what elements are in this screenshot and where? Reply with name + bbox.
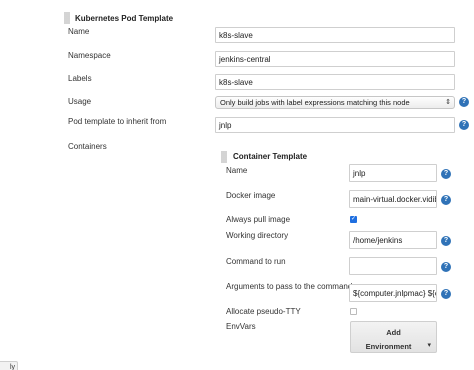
namespace-input[interactable]: jenkins-central xyxy=(215,51,455,67)
always-pull-label: Always pull image xyxy=(226,215,291,224)
command-label: Command to run xyxy=(226,257,286,266)
inherit-input[interactable]: jnlp xyxy=(215,117,455,133)
docker-image-input[interactable]: main-virtual.docker.vidib xyxy=(349,190,437,208)
container-name-input[interactable]: jnlp xyxy=(349,164,437,182)
select-arrows-icon: ⇕ xyxy=(445,99,451,106)
help-icon[interactable]: ? xyxy=(441,169,451,179)
add-environment-button[interactable]: Add Environment ▾ xyxy=(350,321,437,353)
namespace-label: Namespace xyxy=(68,51,111,60)
drag-handle-pod-template[interactable] xyxy=(64,12,70,24)
usage-select[interactable]: Only build jobs with label expressions m… xyxy=(215,96,455,109)
arguments-label: Arguments to pass to the command xyxy=(226,282,353,291)
help-icon[interactable]: ? xyxy=(459,120,469,130)
always-pull-checkbox[interactable]: ✓ xyxy=(350,216,357,223)
pseudo-tty-label: Allocate pseudo-TTY xyxy=(226,307,301,316)
containers-label: Containers xyxy=(68,142,107,151)
command-input[interactable] xyxy=(349,257,437,275)
drag-handle-container-template[interactable] xyxy=(221,151,227,163)
usage-selected-value: Only build jobs with label expressions m… xyxy=(220,98,410,107)
docker-image-label: Docker image xyxy=(226,191,276,200)
usage-label: Usage xyxy=(68,97,92,106)
help-icon[interactable]: ? xyxy=(441,289,451,299)
name-input[interactable]: k8s-slave xyxy=(215,27,455,43)
add-environment-line2: Environment xyxy=(365,342,412,351)
help-icon[interactable]: ? xyxy=(459,97,469,107)
container-template-title: Container Template xyxy=(233,152,308,161)
help-icon[interactable]: ? xyxy=(441,236,451,246)
env-vars-label: EnvVars xyxy=(226,322,256,331)
working-dir-input[interactable]: /home/jenkins xyxy=(349,231,437,249)
working-dir-label: Working directory xyxy=(226,231,289,240)
apply-button[interactable]: ly xyxy=(0,361,18,370)
inherit-label: Pod template to inherit from xyxy=(68,117,167,126)
name-label: Name xyxy=(68,27,90,36)
pod-template-title: Kubernetes Pod Template xyxy=(75,14,174,23)
help-icon[interactable]: ? xyxy=(441,262,451,272)
container-name-label: Name xyxy=(226,166,248,175)
chevron-down-icon: ▾ xyxy=(427,342,431,349)
labels-input[interactable]: k8s-slave xyxy=(215,74,455,90)
help-icon[interactable]: ? xyxy=(441,195,451,205)
arguments-input[interactable]: ${computer.jnlpmac} ${c xyxy=(349,284,437,302)
labels-label: Labels xyxy=(68,74,92,83)
add-environment-line1: Add xyxy=(386,328,401,337)
pseudo-tty-checkbox[interactable] xyxy=(350,308,357,315)
